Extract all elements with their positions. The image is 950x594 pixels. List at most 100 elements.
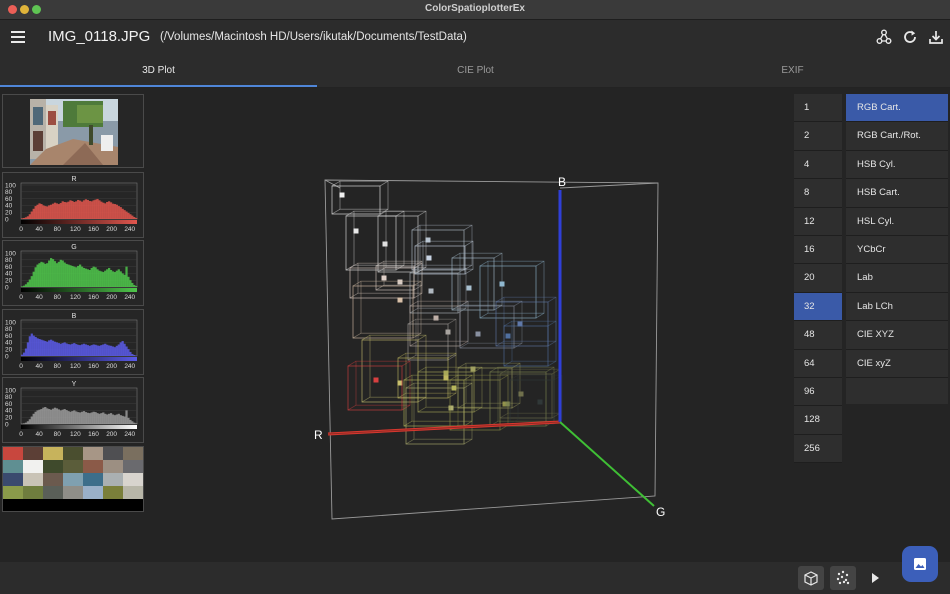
tab-exif[interactable]: EXIF xyxy=(634,56,950,87)
play-icon[interactable] xyxy=(862,566,888,590)
mode-option[interactable]: CIE xyZ xyxy=(846,349,948,378)
histogram-bar xyxy=(88,200,91,219)
bin-option-128[interactable]: 128 xyxy=(794,406,842,435)
histogram-bar xyxy=(90,412,93,424)
histogram-bar xyxy=(75,267,78,287)
histogram-bar xyxy=(46,408,49,424)
palette-swatch xyxy=(3,486,23,499)
histogram-bar xyxy=(117,269,120,287)
histogram-bar xyxy=(111,271,115,287)
histogram-x-tick: 240 xyxy=(124,363,135,370)
palette-swatch xyxy=(3,473,23,486)
bin-option-20[interactable]: 20 xyxy=(794,264,842,293)
bin-option-2[interactable]: 2 xyxy=(794,122,842,151)
histogram-bar xyxy=(75,201,78,219)
histogram-bar xyxy=(50,204,53,219)
histogram-bar xyxy=(135,285,138,287)
bin-option-16[interactable]: 16 xyxy=(794,235,842,265)
bin-option-32[interactable]: 32 xyxy=(794,292,842,322)
histogram-cube xyxy=(347,360,411,411)
palette-swatch xyxy=(103,447,123,460)
title-bar: ColorSpatioplotterEx xyxy=(0,0,950,20)
histogram-bar xyxy=(30,211,33,219)
bin-option-8[interactable]: 8 xyxy=(794,179,842,208)
histogram-bar xyxy=(109,202,113,219)
image-thumbnail[interactable] xyxy=(2,94,144,168)
histogram-bar xyxy=(86,269,89,287)
histogram-bar xyxy=(79,345,82,356)
image-icon xyxy=(914,558,926,570)
histogram-bar xyxy=(125,410,128,424)
histogram-bar xyxy=(46,263,49,287)
palette-swatch xyxy=(23,460,43,473)
palette-swatch xyxy=(23,486,43,499)
histogram-y-tick: 0 xyxy=(5,421,9,428)
tab-cie-plot[interactable]: CIE Plot xyxy=(317,56,634,87)
refresh-icon[interactable] xyxy=(902,29,918,45)
histogram-bar xyxy=(67,201,70,219)
histogram-bar xyxy=(82,411,86,424)
menu-icon[interactable] xyxy=(11,31,25,43)
histogram-bar xyxy=(111,346,115,356)
histogram-cube xyxy=(499,368,561,419)
histogram-bar xyxy=(30,416,33,424)
mode-option[interactable]: HSB Cyl. xyxy=(846,150,948,180)
histogram-bar xyxy=(32,208,35,219)
bin-option-64[interactable]: 64 xyxy=(794,349,842,378)
histogram-bar xyxy=(24,422,28,424)
histogram-bar xyxy=(36,264,39,287)
download-icon[interactable] xyxy=(928,29,944,45)
histogram-cube xyxy=(331,180,389,215)
mode-option[interactable]: CIE XYZ xyxy=(846,321,948,350)
histogram-bar xyxy=(119,342,122,356)
bin-option-256[interactable]: 256 xyxy=(794,434,842,464)
histogram-bar xyxy=(102,412,105,424)
bin-option-12[interactable]: 12 xyxy=(794,207,842,236)
histogram-bar xyxy=(86,412,89,424)
histogram-bar xyxy=(84,344,88,356)
bin-option-96[interactable]: 96 xyxy=(794,377,842,407)
bin-option-48[interactable]: 48 xyxy=(794,321,842,350)
histogram-bar xyxy=(109,270,113,287)
histogram-bar xyxy=(69,411,72,424)
bottom-toolbar xyxy=(0,562,950,594)
histogram-bar xyxy=(133,422,136,424)
mode-option[interactable]: RGB Cart./Rot. xyxy=(846,122,948,151)
scatter-icon[interactable] xyxy=(830,566,856,590)
mode-option[interactable]: YCbCr xyxy=(846,235,948,265)
histogram-bar xyxy=(127,349,130,356)
histogram-bar xyxy=(113,347,117,356)
mode-option[interactable]: HSL Cyl. xyxy=(846,207,948,236)
histogram-bar xyxy=(32,335,35,356)
3d-plot-canvas[interactable]: R B G xyxy=(150,88,790,562)
histogram-bar xyxy=(57,409,60,424)
histogram-bar xyxy=(51,259,55,287)
histogram-bar xyxy=(96,269,99,287)
histogram-x-tick: 80 xyxy=(54,294,62,301)
mode-option[interactable]: Lab LCh xyxy=(846,292,948,322)
histogram-bar xyxy=(90,267,93,287)
share-icon[interactable] xyxy=(876,29,892,45)
tab-bar: 3D Plot CIE Plot EXIF xyxy=(0,56,950,88)
histogram-bar xyxy=(24,348,28,356)
bin-option-1[interactable]: 1 xyxy=(794,94,842,123)
bin-option-4[interactable]: 4 xyxy=(794,150,842,180)
open-image-button[interactable] xyxy=(902,546,938,582)
histogram-bar xyxy=(32,271,35,287)
histogram-bar xyxy=(22,423,26,424)
mode-option[interactable]: HSB Cart. xyxy=(846,179,948,208)
palette-swatch xyxy=(83,486,103,499)
cube-icon[interactable] xyxy=(798,566,824,590)
histogram-bar xyxy=(96,345,99,356)
histogram-bar xyxy=(71,200,74,219)
histogram-bar xyxy=(102,344,105,356)
histogram-bar xyxy=(44,407,47,424)
mode-option[interactable]: Lab xyxy=(846,264,948,293)
tab-3d-plot[interactable]: 3D Plot xyxy=(0,56,317,87)
histogram-bar xyxy=(44,341,47,356)
histogram-bar xyxy=(28,336,31,356)
histogram-bar xyxy=(55,263,59,287)
histogram-y-tick: 0 xyxy=(5,284,9,291)
mode-option[interactable]: RGB Cart. xyxy=(846,94,948,123)
histogram-bar xyxy=(42,407,45,424)
